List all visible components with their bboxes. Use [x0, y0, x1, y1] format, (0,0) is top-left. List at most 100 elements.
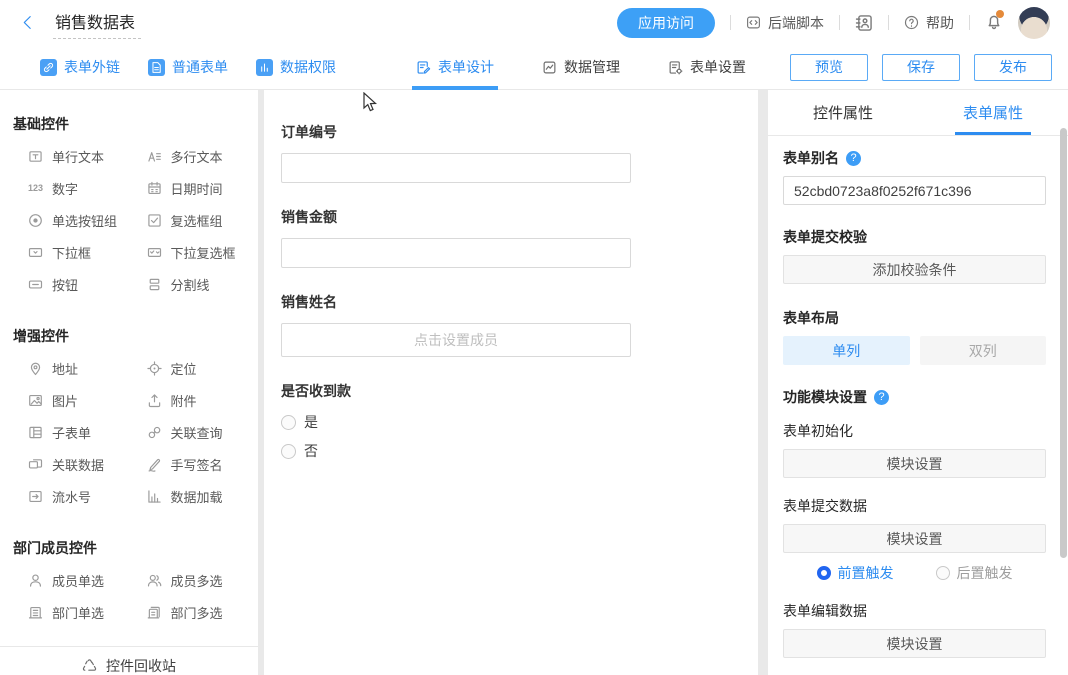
widget-divider[interactable]: 分割线: [132, 268, 251, 300]
radio-icon: [28, 213, 43, 228]
top-header: 销售数据表 应用访问 后端脚本 帮助: [0, 0, 1068, 45]
radio-option-yes[interactable]: 是: [281, 412, 758, 432]
widget-single-line-text[interactable]: 单行文本: [13, 140, 132, 172]
widget-button[interactable]: 按钮: [13, 268, 132, 300]
widget-serial-number[interactable]: 流水号: [13, 480, 132, 512]
tab-widget-properties[interactable]: 控件属性: [768, 90, 918, 135]
section-title: 增强控件: [13, 326, 250, 346]
radio-circle[interactable]: [936, 566, 950, 580]
contacts-icon: [855, 14, 873, 32]
form-canvas[interactable]: 订单编号 销售金额 销售姓名 点击设置成员 是否收到款 是 否: [264, 90, 758, 675]
divider: [730, 15, 731, 30]
properties-tabs: 控件属性 表单属性: [768, 90, 1068, 136]
locate-target-icon: [147, 361, 162, 376]
widget-sidebar: 基础控件 单行文本 多行文本 123数字 日期时间 单选按钮组 复选框组 下拉框…: [0, 90, 258, 675]
section-title: 部门成员控件: [13, 538, 250, 558]
widget-address[interactable]: 地址: [13, 352, 132, 384]
widget-member-multi[interactable]: 成员多选: [132, 564, 251, 596]
app-access-button[interactable]: 应用访问: [617, 8, 715, 38]
widget-number[interactable]: 123数字: [13, 172, 132, 204]
form-init-module-button[interactable]: 模块设置: [783, 449, 1046, 478]
textarea-icon: [147, 149, 162, 164]
form-edit-data-label: 表单编辑数据: [783, 601, 1046, 621]
canvas-field-payment-received[interactable]: 是否收到款 是 否: [281, 381, 758, 461]
form-external-link-button[interactable]: 表单外链: [40, 57, 120, 77]
link-icon: [42, 61, 55, 74]
widget-data-load[interactable]: 数据加载: [132, 480, 251, 512]
recycle-icon: [82, 658, 97, 673]
field-label: 是否收到款: [281, 381, 758, 401]
add-validation-button[interactable]: 添加校验条件: [783, 255, 1046, 284]
normal-form-button[interactable]: 普通表单: [148, 57, 228, 77]
widget-recycle-bin[interactable]: 控件回收站: [0, 646, 258, 675]
canvas-field-sales-person[interactable]: 销售姓名 点击设置成员: [281, 292, 758, 357]
notification-button[interactable]: [985, 12, 1003, 33]
post-trigger-radio[interactable]: 后置触发: [936, 563, 1013, 583]
departments-icon: [147, 605, 162, 620]
widget-multi-line-text[interactable]: 多行文本: [132, 140, 251, 172]
widget-datetime[interactable]: 日期时间: [132, 172, 251, 204]
member-picker[interactable]: 点击设置成员: [281, 323, 631, 357]
widget-subform[interactable]: 子表单: [13, 416, 132, 448]
select-icon: [28, 245, 43, 260]
publish-button[interactable]: 发布: [974, 54, 1052, 81]
alias-help-icon[interactable]: ?: [846, 151, 861, 166]
panel-scrollbar[interactable]: [1060, 128, 1067, 558]
widget-dept-single[interactable]: 部门单选: [13, 596, 132, 628]
modules-help-icon[interactable]: ?: [874, 390, 889, 405]
layout-single-column-button[interactable]: 单列: [783, 336, 910, 365]
user-avatar[interactable]: [1018, 7, 1050, 39]
page-title[interactable]: 销售数据表: [53, 7, 141, 39]
widget-multi-select[interactable]: 下拉复选框: [132, 236, 251, 268]
tab-form-properties[interactable]: 表单属性: [918, 90, 1068, 135]
save-button[interactable]: 保存: [882, 54, 960, 81]
canvas-field-order-number[interactable]: 订单编号: [281, 122, 758, 183]
widget-dept-multi[interactable]: 部门多选: [132, 596, 251, 628]
widget-locate[interactable]: 定位: [132, 352, 251, 384]
widget-relation-query[interactable]: 关联查询: [132, 416, 251, 448]
form-submit-module-button[interactable]: 模块设置: [783, 524, 1046, 553]
layout-double-column-button[interactable]: 双列: [920, 336, 1047, 365]
signature-pen-icon: [147, 457, 162, 472]
divider: [969, 15, 970, 30]
radio-circle[interactable]: [281, 444, 296, 459]
back-icon[interactable]: [20, 15, 35, 30]
tab-data-manage[interactable]: 数据管理: [538, 45, 624, 90]
people-icon: [147, 573, 162, 588]
divider-icon: [147, 277, 162, 292]
canvas-field-sales-amount[interactable]: 销售金额: [281, 207, 758, 268]
widget-checkbox-group[interactable]: 复选框组: [132, 204, 251, 236]
form-alias-input[interactable]: [783, 176, 1046, 205]
widget-signature[interactable]: 手写签名: [132, 448, 251, 480]
order-number-input[interactable]: [281, 153, 631, 183]
sales-amount-input[interactable]: [281, 238, 631, 268]
radio-circle[interactable]: [281, 415, 296, 430]
backend-script-button[interactable]: 后端脚本: [746, 13, 824, 33]
pre-trigger-radio[interactable]: 前置触发: [817, 563, 894, 583]
widget-member-single[interactable]: 成员单选: [13, 564, 132, 596]
widget-attachment[interactable]: 附件: [132, 384, 251, 416]
form-settings-icon: [668, 60, 683, 75]
widget-relation-data[interactable]: 关联数据: [13, 448, 132, 480]
form-edit-module-button[interactable]: 模块设置: [783, 629, 1046, 658]
help-button[interactable]: 帮助: [904, 13, 954, 33]
upload-icon: [147, 393, 162, 408]
designer-body: 基础控件 单行文本 多行文本 123数字 日期时间 单选按钮组 复选框组 下拉框…: [0, 90, 1068, 675]
data-manage-icon: [542, 60, 557, 75]
widget-radio-group[interactable]: 单选按钮组: [13, 204, 132, 236]
radio-option-no[interactable]: 否: [281, 441, 758, 461]
image-icon: [28, 393, 43, 408]
preview-button[interactable]: 预览: [790, 54, 868, 81]
data-permission-label: 数据权限: [280, 57, 336, 77]
person-icon: [28, 573, 43, 588]
tab-form-settings[interactable]: 表单设置: [664, 45, 750, 90]
contacts-button[interactable]: [855, 14, 873, 32]
radio-circle[interactable]: [817, 566, 831, 580]
form-toolbar: 表单外链 普通表单 数据权限 表单设计 数据管理 表单设置 预览: [0, 45, 1068, 90]
widget-image[interactable]: 图片: [13, 384, 132, 416]
widget-select[interactable]: 下拉框: [13, 236, 132, 268]
tab-form-design[interactable]: 表单设计: [412, 45, 498, 90]
divider: [888, 15, 889, 30]
help-circle-icon: [904, 15, 919, 30]
data-permission-button[interactable]: 数据权限: [256, 57, 336, 77]
